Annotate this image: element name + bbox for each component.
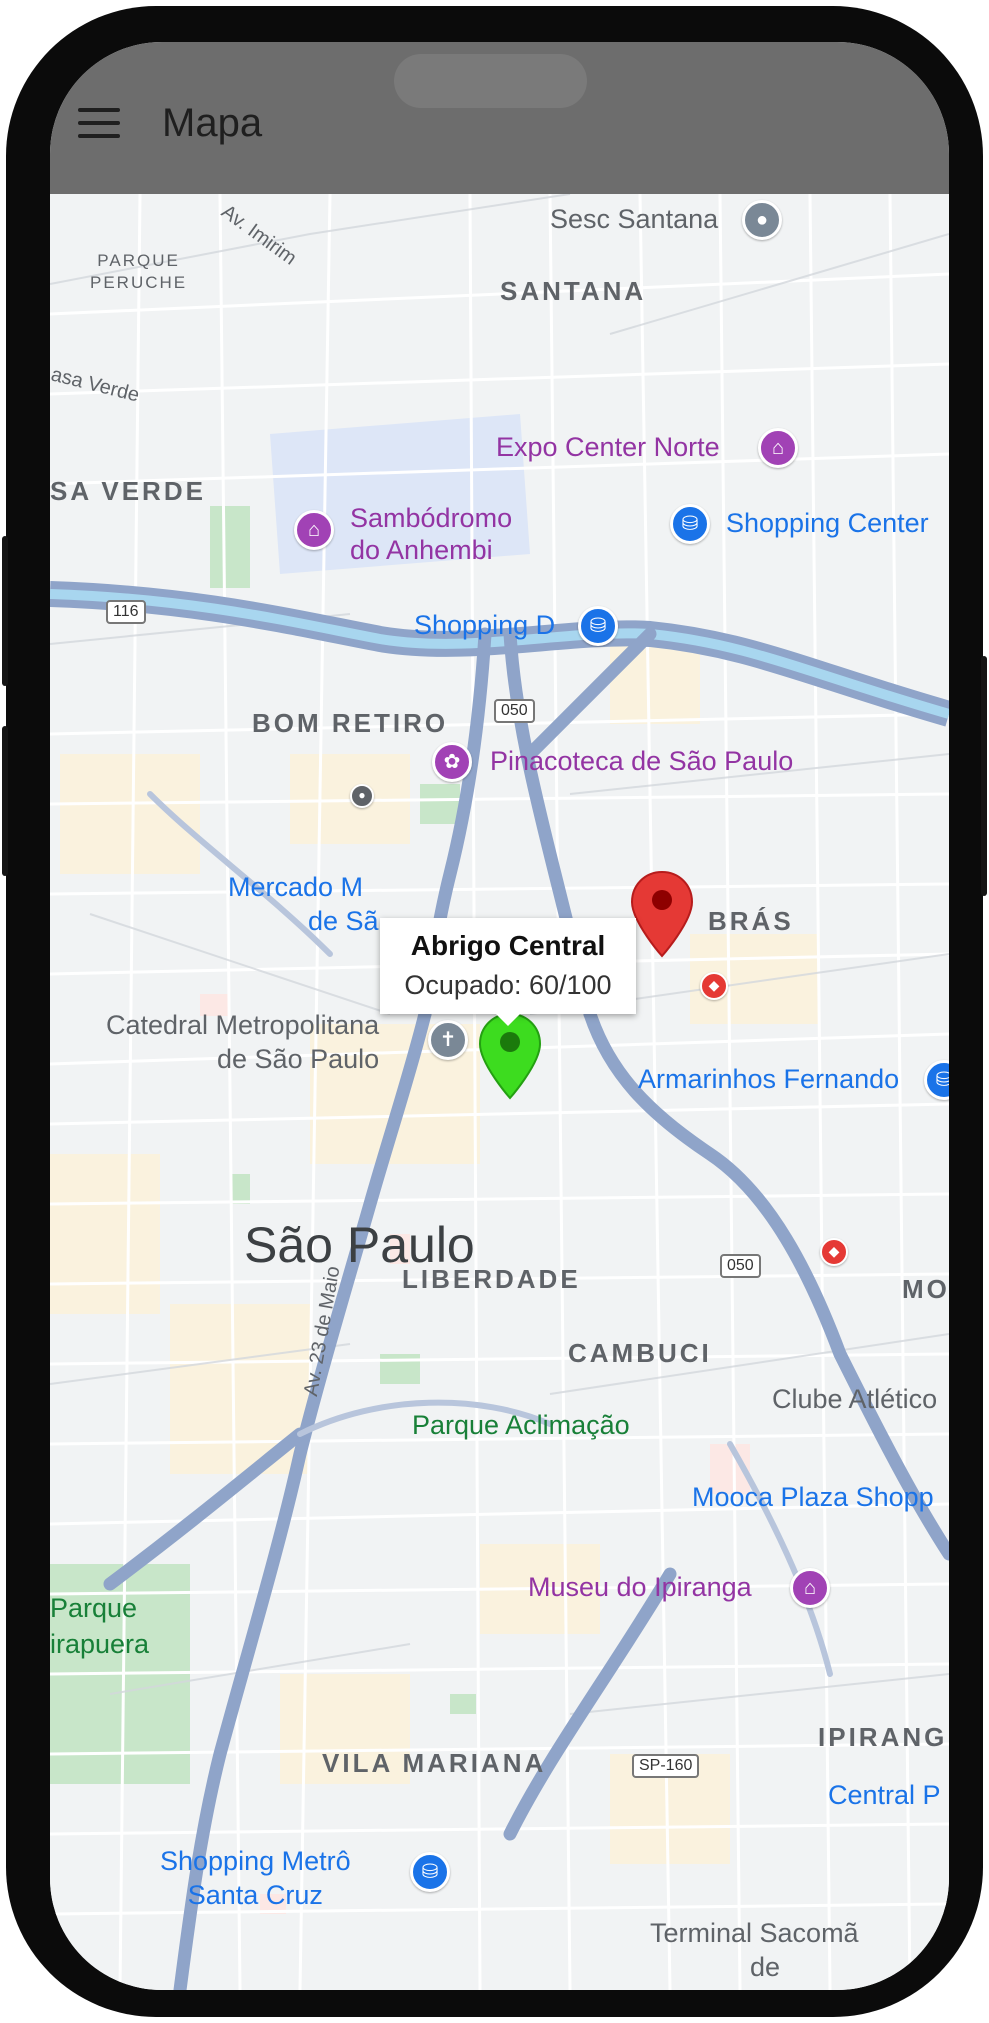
poi-shopping-center-norte[interactable]: Shopping Center bbox=[726, 508, 929, 539]
district-label-santana: SANTANA bbox=[500, 276, 647, 306]
poi-shopping-d[interactable]: Shopping D bbox=[414, 610, 555, 641]
highway-shield-050-north: 050 bbox=[494, 699, 535, 723]
highway-shield-116: 116 bbox=[106, 600, 146, 624]
highway-shield-sp160: SP-160 bbox=[632, 1754, 700, 1778]
poi-clube-atletico[interactable]: Clube Atlético bbox=[772, 1384, 937, 1415]
page-title: Mapa bbox=[162, 101, 263, 145]
poi-sambodromo[interactable]: Sambódromo do Anhembi bbox=[350, 502, 512, 566]
info-window-title: Abrigo Central bbox=[410, 930, 606, 961]
volume-up-button bbox=[2, 536, 8, 686]
volume-down-button bbox=[2, 726, 8, 876]
district-label-cambuci: CAMBUCI bbox=[568, 1338, 712, 1368]
info-window-occupancy: Ocupado: 60/100 bbox=[404, 970, 612, 1000]
city-label: São Paulo bbox=[244, 1217, 475, 1273]
poi-expo-center-norte[interactable]: Expo Center Norte bbox=[496, 432, 720, 463]
train-station-icon: ◆ bbox=[820, 1238, 848, 1266]
phone-frame: Mapa 116 050 050 SP-160 Av. Imirim asa V… bbox=[2, 6, 987, 2017]
poi-parque-aclimacao[interactable]: Parque Aclimação bbox=[412, 1410, 630, 1441]
church-icon[interactable]: ✝ bbox=[428, 1020, 468, 1060]
poi-mercado-municipal[interactable]: Mercado M de Sã bbox=[228, 870, 379, 938]
menu-icon[interactable] bbox=[78, 108, 120, 148]
map-marker-red[interactable] bbox=[630, 870, 694, 958]
app-bar: Mapa bbox=[50, 42, 949, 194]
poi-catedral[interactable]: Catedral Metropolitana de São Paulo bbox=[106, 1008, 379, 1076]
district-label-bom-retiro: BOM RETIRO bbox=[252, 708, 449, 738]
power-button bbox=[981, 656, 987, 896]
poi-central-plaza[interactable]: Central P bbox=[828, 1780, 941, 1811]
camera-notch bbox=[394, 54, 587, 108]
district-label-vila-mariana: VILA MARIANA bbox=[322, 1748, 547, 1778]
poi-terminal-sacoma[interactable]: Terminal Sacomã de bbox=[650, 1916, 859, 1984]
poi-armarinhos-fernando[interactable]: Armarinhos Fernando bbox=[638, 1064, 899, 1095]
venue-icon[interactable]: ⌂ bbox=[758, 428, 798, 468]
district-label-casa-verde: SA VERDE bbox=[50, 476, 206, 506]
marker-info-window[interactable]: Abrigo Central Ocupado: 60/100 bbox=[380, 918, 636, 1026]
poi-shopping-metro-santa-cruz[interactable]: Shopping Metrô Santa Cruz bbox=[160, 1844, 351, 1912]
district-label-bras: BRÁS bbox=[708, 906, 794, 936]
shopping-bag-icon[interactable]: ⛁ bbox=[410, 1852, 450, 1892]
poi-museu-ipiranga[interactable]: Museu do Ipiranga bbox=[528, 1572, 752, 1603]
map-view[interactable]: 116 050 050 SP-160 Av. Imirim asa Verde … bbox=[50, 194, 949, 1990]
highway-shield-050-south: 050 bbox=[720, 1254, 761, 1278]
poi-pinacoteca[interactable]: Pinacoteca de São Paulo bbox=[490, 746, 793, 777]
poi-parque-ibirapuera[interactable]: Parque irapuera bbox=[50, 1590, 149, 1662]
poi-mooca-plaza[interactable]: Mooca Plaza Shopp bbox=[692, 1482, 934, 1513]
eye-icon: ● bbox=[350, 784, 374, 808]
district-label-mooca: MO bbox=[902, 1274, 949, 1304]
poi-sesc-santana[interactable]: Sesc Santana bbox=[550, 204, 718, 235]
venue-icon[interactable]: ⌂ bbox=[294, 510, 334, 550]
shopping-bag-icon[interactable]: ⛁ bbox=[578, 606, 618, 646]
district-label-ipiranga: IPIRANG bbox=[818, 1722, 948, 1752]
museum-icon[interactable]: ⌂ bbox=[790, 1568, 830, 1608]
location-pin-icon[interactable]: ● bbox=[742, 200, 782, 240]
district-label-parque-peruche: PARQUE PERUCHE bbox=[90, 251, 188, 292]
phone-screen: Mapa 116 050 050 SP-160 Av. Imirim asa V… bbox=[50, 42, 949, 1990]
train-station-icon: ◆ bbox=[700, 972, 728, 1000]
shopping-bag-icon[interactable]: ⛁ bbox=[670, 504, 710, 544]
museum-icon[interactable]: ✿ bbox=[432, 742, 472, 782]
